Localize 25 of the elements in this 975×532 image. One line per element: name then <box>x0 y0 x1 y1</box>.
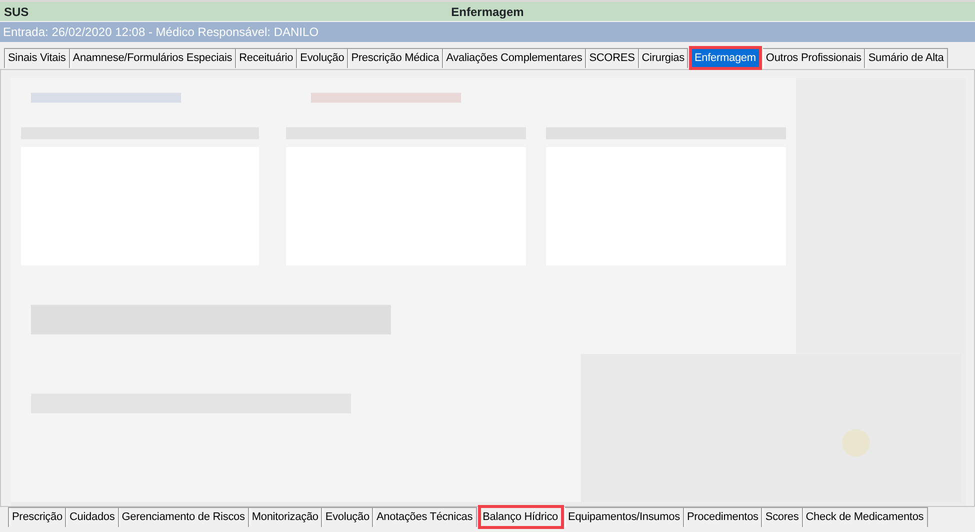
admission-info: Entrada: 26/02/2020 12:08 - Médico Responsável: DANILO <box>0 22 975 42</box>
tab[interactable]: Equipamentos/Insumos <box>565 507 684 527</box>
tab[interactable]: Prescrição Médica <box>348 48 444 68</box>
tab[interactable]: Balanço Hídrico <box>480 507 562 527</box>
tab[interactable]: Avaliações Complementares <box>443 48 586 68</box>
app-label: SUS <box>4 4 29 20</box>
tab[interactable]: Evolução <box>297 48 348 68</box>
window-title: Enfermagem <box>451 4 524 20</box>
tab[interactable]: Scores <box>762 507 803 527</box>
tab[interactable]: Sumário de Alta <box>865 48 948 68</box>
tab[interactable]: Anotações Técnicas <box>373 507 477 527</box>
tab[interactable]: Enfermagem <box>691 48 760 68</box>
tab[interactable]: Sinais Vitais <box>4 48 70 68</box>
tab[interactable]: Cirurgias <box>638 48 688 68</box>
tab[interactable]: Gerenciamento de Riscos <box>118 507 249 527</box>
tab[interactable]: Evolução <box>322 507 374 527</box>
tab[interactable]: Monitorização <box>248 507 322 527</box>
tab[interactable]: Procedimentos <box>684 507 762 527</box>
tab[interactable]: Prescrição <box>8 507 66 527</box>
tab[interactable]: Receituário <box>236 48 298 68</box>
tab[interactable]: Check de Medicamentos <box>802 507 928 527</box>
tab[interactable]: Cuidados <box>66 507 119 527</box>
tab[interactable]: SCORES <box>586 48 639 68</box>
tab[interactable]: Anamnese/Formulários Especiais <box>70 48 236 68</box>
tab[interactable]: Outros Profissionais <box>762 48 866 68</box>
